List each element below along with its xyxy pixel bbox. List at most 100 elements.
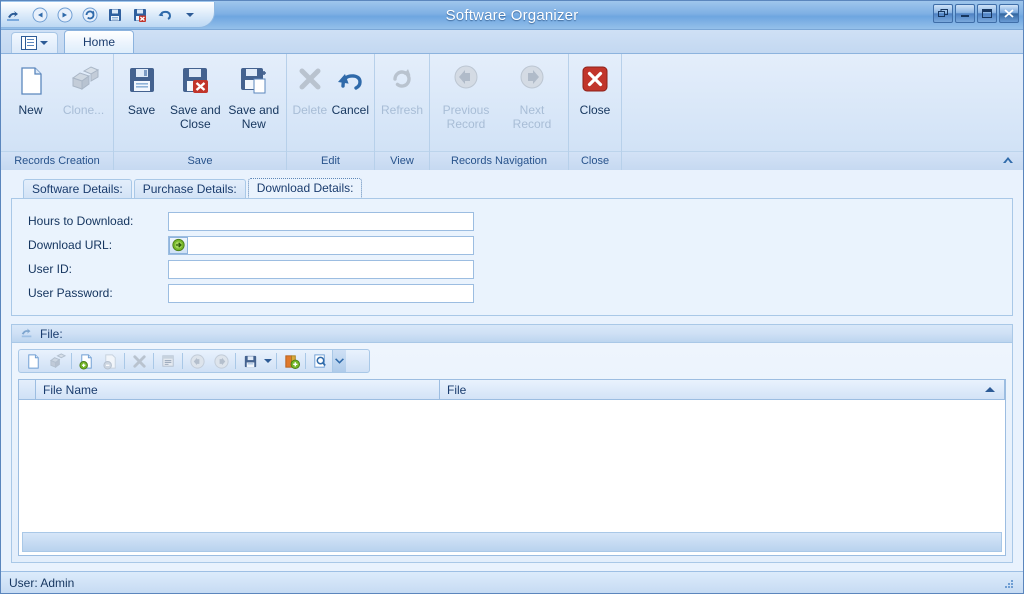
ribbon-group-close: Close Close bbox=[569, 54, 622, 170]
column-header-file-name-label: File Name bbox=[43, 383, 98, 397]
content-area: Software Details: Purchase Details: Down… bbox=[1, 170, 1023, 571]
close-record-button[interactable]: Close bbox=[573, 58, 617, 142]
clone-record-icon[interactable] bbox=[45, 351, 69, 371]
chevron-down-icon bbox=[40, 41, 48, 45]
find-icon[interactable] bbox=[308, 351, 332, 371]
toolbar-separator bbox=[182, 353, 183, 369]
file-grid-body[interactable] bbox=[19, 400, 1005, 529]
save-button[interactable]: Save bbox=[118, 58, 165, 142]
new-record-icon[interactable] bbox=[21, 351, 45, 371]
open-url-icon[interactable] bbox=[169, 237, 188, 254]
save-and-close-button[interactable]: Save and Close bbox=[167, 58, 223, 142]
collapse-ribbon-icon[interactable] bbox=[1001, 153, 1015, 167]
column-header-file[interactable]: File bbox=[440, 380, 1005, 399]
save-icon[interactable] bbox=[238, 351, 262, 371]
clone-button-label: Clone... bbox=[62, 104, 105, 118]
back-icon[interactable] bbox=[30, 5, 50, 25]
file-section-body: File Name File bbox=[11, 342, 1013, 563]
detach-file-icon[interactable] bbox=[98, 351, 122, 371]
tab-purchase-details[interactable]: Purchase Details: bbox=[134, 179, 246, 198]
customize-quick-access-caret[interactable] bbox=[180, 5, 200, 25]
minimize-button[interactable] bbox=[955, 4, 975, 23]
download-url-field[interactable] bbox=[168, 236, 474, 255]
quick-access-toolbar bbox=[1, 2, 215, 28]
user-id-input[interactable] bbox=[169, 261, 473, 278]
resize-grip[interactable] bbox=[1001, 576, 1015, 590]
refresh-icon[interactable] bbox=[80, 5, 100, 25]
ribbon-group-view: Refresh View bbox=[375, 54, 430, 170]
tab-home[interactable]: Home bbox=[64, 30, 134, 53]
ribbon-group-title-edit: Edit bbox=[287, 151, 374, 170]
save-and-new-button-label: Save and New bbox=[226, 104, 282, 132]
next-record-button-label: Next Record bbox=[500, 104, 564, 132]
download-url-label: Download URL: bbox=[28, 238, 168, 252]
app-icon[interactable] bbox=[3, 4, 25, 26]
delete-icon[interactable] bbox=[127, 351, 151, 371]
field-row-user-id: User ID: bbox=[28, 257, 1012, 281]
hours-to-download-field[interactable] bbox=[168, 212, 474, 231]
ribbon-tab-strip: Home bbox=[1, 30, 1023, 54]
ribbon-group-title-save: Save bbox=[114, 151, 286, 170]
save-icon bbox=[125, 64, 159, 98]
cancel-button[interactable]: Cancel bbox=[331, 58, 370, 142]
restore-down-button[interactable] bbox=[933, 4, 953, 23]
close-button[interactable] bbox=[999, 4, 1019, 23]
hours-to-download-input[interactable] bbox=[169, 213, 473, 230]
sort-ascending-icon bbox=[985, 387, 995, 392]
user-password-label: User Password: bbox=[28, 286, 168, 300]
refresh-button-label: Refresh bbox=[380, 104, 424, 118]
save-and-close-button-label: Save and Close bbox=[167, 104, 223, 132]
ribbon: New Clone... Records Creati bbox=[1, 54, 1023, 170]
tab-download-details[interactable]: Download Details: bbox=[248, 178, 363, 198]
new-document-icon bbox=[14, 64, 48, 98]
download-url-input[interactable] bbox=[188, 237, 473, 254]
attach-file-icon[interactable] bbox=[74, 351, 98, 371]
maximize-button[interactable] bbox=[977, 4, 997, 23]
previous-record-icon[interactable] bbox=[185, 351, 209, 371]
new-button[interactable]: New bbox=[5, 58, 56, 142]
next-record-button[interactable]: Next Record bbox=[500, 58, 564, 142]
save-and-close-icon bbox=[178, 64, 212, 98]
save-dropdown-caret[interactable] bbox=[262, 359, 274, 363]
next-record-icon bbox=[515, 64, 549, 98]
forward-icon[interactable] bbox=[55, 5, 75, 25]
application-menu-button[interactable] bbox=[11, 32, 58, 53]
form-tab-strip: Software Details: Purchase Details: Down… bbox=[11, 178, 1013, 198]
ribbon-group-title-close: Close bbox=[569, 151, 621, 170]
user-password-input[interactable] bbox=[169, 285, 473, 302]
delete-button-label: Delete bbox=[291, 104, 328, 118]
add-book-icon[interactable] bbox=[279, 351, 303, 371]
toolbar-separator bbox=[235, 353, 236, 369]
column-header-file-label: File bbox=[447, 383, 466, 397]
tab-download-details-label: Download Details: bbox=[257, 181, 354, 195]
file-grid-footer bbox=[22, 532, 1002, 552]
toolbar-overflow-caret[interactable] bbox=[332, 350, 346, 372]
refresh-icon bbox=[385, 64, 419, 98]
delete-button[interactable]: Delete bbox=[291, 58, 329, 142]
previous-record-icon bbox=[449, 64, 483, 98]
file-section-title: File: bbox=[40, 327, 63, 341]
save-and-new-icon bbox=[237, 64, 271, 98]
column-header-file-name[interactable]: File Name bbox=[36, 380, 440, 399]
ribbon-group-edit: Delete Cancel Edit bbox=[287, 54, 375, 170]
save-icon[interactable] bbox=[105, 5, 125, 25]
user-password-field[interactable] bbox=[168, 284, 474, 303]
hours-to-download-label: Hours to Download: bbox=[28, 214, 168, 228]
undo-icon[interactable] bbox=[155, 5, 175, 25]
previous-record-button[interactable]: Previous Record bbox=[434, 58, 498, 142]
tab-software-details-label: Software Details: bbox=[32, 182, 123, 196]
save-and-new-button[interactable]: Save and New bbox=[226, 58, 282, 142]
tab-software-details[interactable]: Software Details: bbox=[23, 179, 132, 198]
clone-button[interactable]: Clone... bbox=[58, 58, 109, 142]
refresh-button[interactable]: Refresh bbox=[379, 58, 425, 142]
next-record-icon[interactable] bbox=[209, 351, 233, 371]
tab-home-label: Home bbox=[83, 35, 115, 49]
properties-icon[interactable] bbox=[156, 351, 180, 371]
user-id-field[interactable] bbox=[168, 260, 474, 279]
title-bar: Software Organizer bbox=[1, 1, 1023, 30]
content-bottom-spacer bbox=[11, 563, 1013, 571]
ribbon-group-records-navigation: Previous Record Next Record Records Navi… bbox=[430, 54, 569, 170]
previous-record-button-label: Previous Record bbox=[434, 104, 498, 132]
save-and-close-icon[interactable] bbox=[130, 5, 150, 25]
download-details-panel: Hours to Download: Download URL: bbox=[11, 198, 1013, 316]
